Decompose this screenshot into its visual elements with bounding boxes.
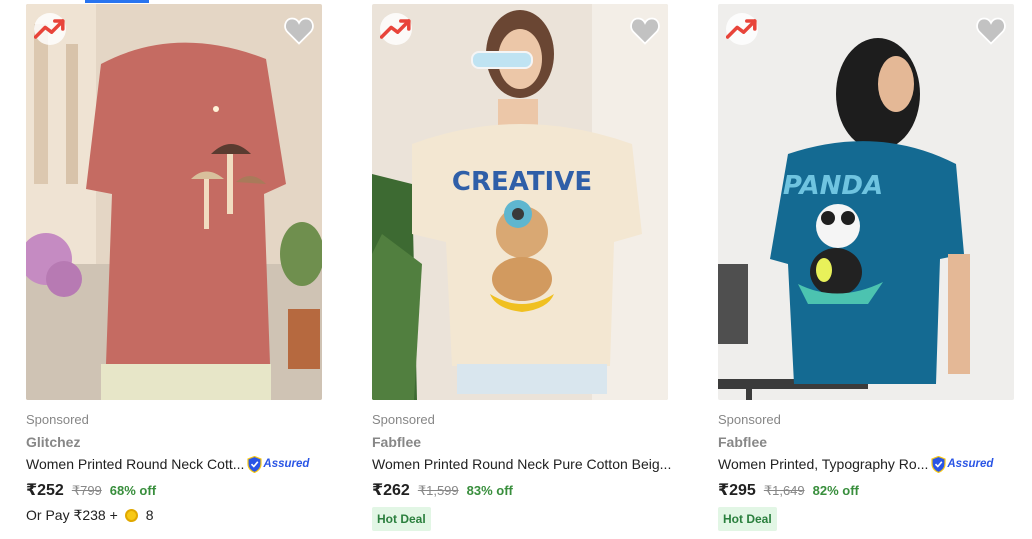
product-card[interactable]: CREATIVE Sponsored Fabflee Women Printed… bbox=[372, 0, 697, 539]
product-title[interactable]: Women Printed Round Neck Pure Cotton Bei… bbox=[372, 456, 671, 472]
trending-up-icon bbox=[380, 19, 411, 39]
wishlist-button[interactable] bbox=[284, 16, 314, 46]
supercoin-icon bbox=[124, 508, 138, 522]
discount-percent: 83% off bbox=[466, 483, 513, 498]
heart-icon bbox=[284, 17, 314, 45]
assured-label: Assured bbox=[947, 458, 994, 470]
product-title-row[interactable]: Women Printed Round Neck Cott... Assured bbox=[26, 454, 309, 474]
original-price: ₹799 bbox=[71, 483, 102, 498]
trending-button[interactable] bbox=[34, 13, 66, 45]
discount-percent: 82% off bbox=[812, 483, 859, 498]
product-title-row[interactable]: Women Printed, Typography Ro... Assured bbox=[718, 454, 993, 474]
selling-price: ₹295 bbox=[718, 482, 756, 499]
assured-label: Assured bbox=[263, 458, 310, 470]
shirt-print-text: CREATIVE bbox=[452, 167, 592, 197]
shirt-print-text: PANDA bbox=[783, 171, 883, 201]
original-price: ₹1,649 bbox=[763, 483, 805, 498]
trending-button[interactable] bbox=[726, 13, 758, 45]
product-title-row[interactable]: Women Printed Round Neck Pure Cotton Bei… bbox=[372, 454, 671, 474]
coin-count: 8 bbox=[145, 507, 154, 523]
or-pay-row: Or Pay ₹238 + 8 bbox=[26, 506, 154, 524]
sponsored-label: Sponsored bbox=[372, 412, 435, 427]
price-row: ₹252 ₹799 68% off bbox=[26, 480, 156, 500]
product-image[interactable]: CREATIVE bbox=[372, 4, 668, 400]
product-image-illustration bbox=[26, 4, 322, 400]
trending-up-icon bbox=[726, 19, 757, 39]
brand-name: Fabflee bbox=[372, 434, 422, 450]
hot-deal-badge: Hot Deal bbox=[718, 507, 777, 531]
product-title[interactable]: Women Printed Round Neck Cott... bbox=[26, 456, 244, 472]
sponsored-label: Sponsored bbox=[718, 412, 781, 427]
product-title[interactable]: Women Printed, Typography Ro... bbox=[718, 456, 928, 472]
assured-badge: Assured bbox=[931, 455, 994, 473]
product-card[interactable]: PANDA Sponsored Fabflee Women Printed, T… bbox=[718, 0, 1032, 539]
assured-shield-icon bbox=[931, 455, 946, 473]
product-image[interactable] bbox=[26, 4, 322, 400]
hot-deal-badge: Hot Deal bbox=[372, 507, 431, 531]
assured-shield-icon bbox=[247, 455, 263, 473]
heart-icon bbox=[630, 17, 660, 45]
product-card[interactable]: Sponsored Glitchez Women Printed Round N… bbox=[26, 0, 351, 539]
wishlist-button[interactable] bbox=[976, 16, 1006, 46]
selling-price: ₹252 bbox=[26, 482, 64, 499]
or-pay-text: Or Pay ₹238 + bbox=[26, 506, 118, 523]
sponsored-label: Sponsored bbox=[26, 412, 89, 427]
selling-price: ₹262 bbox=[372, 482, 410, 499]
price-row: ₹295 ₹1,649 82% off bbox=[718, 480, 859, 500]
assured-badge: Assured bbox=[247, 455, 310, 473]
trending-up-icon bbox=[34, 19, 65, 39]
original-price: ₹1,599 bbox=[417, 483, 459, 498]
wishlist-button[interactable] bbox=[630, 16, 660, 46]
trending-button[interactable] bbox=[380, 13, 412, 45]
brand-name: Fabflee bbox=[718, 434, 768, 450]
product-image-illustration: CREATIVE bbox=[372, 4, 668, 400]
discount-percent: 68% off bbox=[109, 483, 157, 498]
heart-icon bbox=[976, 17, 1006, 45]
brand-name: Glitchez bbox=[26, 434, 81, 450]
product-image[interactable]: PANDA bbox=[718, 4, 1014, 400]
price-row: ₹262 ₹1,599 83% off bbox=[372, 480, 513, 500]
product-image-illustration: PANDA bbox=[718, 4, 1014, 400]
